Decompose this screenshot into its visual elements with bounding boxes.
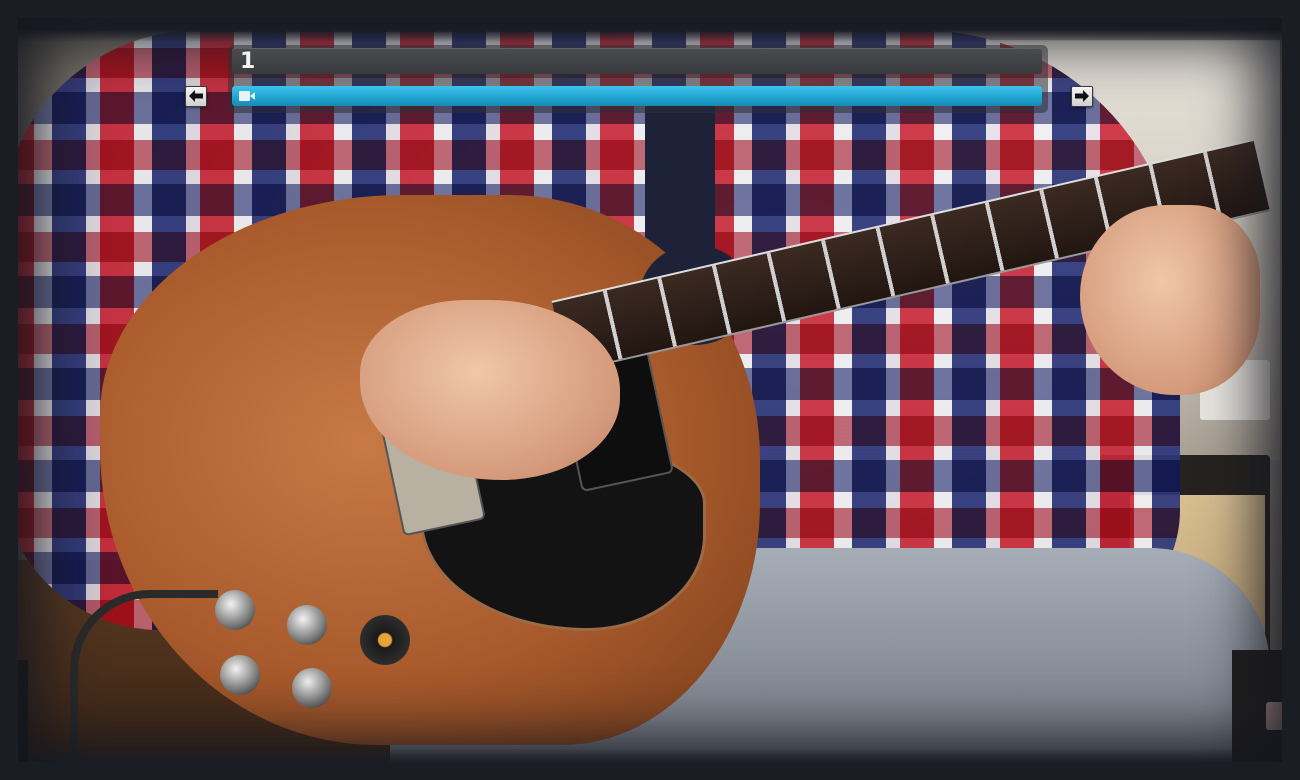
guitar-toggle-switch: [360, 615, 410, 665]
video-title: 1: [240, 49, 256, 74]
frame-corner-right: [1232, 650, 1300, 780]
progress-fill: [232, 86, 1042, 106]
video-player: 1: [0, 0, 1300, 780]
arrow-left-icon: [189, 90, 203, 102]
frame-top: [0, 0, 1300, 42]
guitar-knob: [215, 590, 255, 630]
previous-button[interactable]: [185, 86, 207, 107]
guitar-knob: [292, 668, 332, 708]
guitar-knob: [287, 605, 327, 645]
frame-bottom: [0, 748, 1300, 780]
frame-corner-left: [0, 660, 28, 780]
progress-bar[interactable]: [232, 86, 1042, 106]
guitar-knob: [220, 655, 260, 695]
video-camera-icon: [239, 91, 255, 101]
next-button[interactable]: [1071, 86, 1093, 107]
arrow-right-icon: [1075, 90, 1089, 102]
video-frame: [0, 0, 1300, 780]
title-bar: 1: [232, 48, 1042, 74]
corner-tag: [1266, 702, 1288, 730]
